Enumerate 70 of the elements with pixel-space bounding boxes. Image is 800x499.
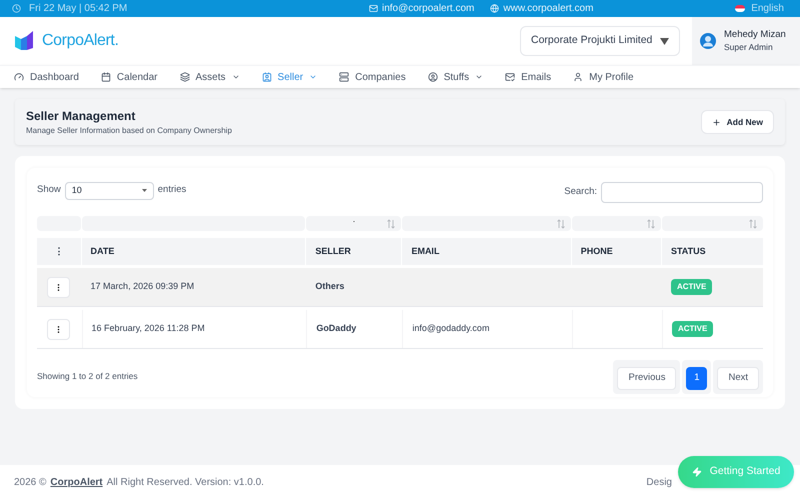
- column-header[interactable]: SELLER: [306, 238, 402, 265]
- copyright-text: 2026 ©: [14, 476, 46, 490]
- plus-icon: [712, 118, 721, 126]
- designer-text: Desig: [646, 476, 672, 490]
- show-label: Show: [37, 183, 61, 198]
- user-panel[interactable]: Mehedy Mizan Super Admin: [692, 17, 800, 65]
- column-header[interactable]: PHONE: [572, 238, 661, 265]
- filter-dot: .: [352, 216, 356, 226]
- entries-label: entries: [158, 183, 186, 198]
- flag-icon: [735, 5, 746, 12]
- copyright-text: All Right Reserved. Version: v1.0.0.: [106, 476, 264, 490]
- user-name: Mehedy Mizan: [724, 29, 786, 41]
- user-circle-icon: [428, 72, 438, 82]
- gauge-icon: [14, 72, 24, 82]
- page-size-select[interactable]: 10: [64, 182, 154, 200]
- table-cell-text: Others: [315, 280, 344, 294]
- company-select[interactable]: Corporate Projukti Limited: [520, 26, 680, 56]
- nav-item[interactable]: Calendar: [100, 70, 158, 84]
- mail-icon: [505, 72, 516, 82]
- calendar-icon: [100, 72, 111, 82]
- dropdown-triangle-icon: [660, 38, 669, 44]
- globe-icon: [490, 4, 500, 13]
- sort-icon: [749, 219, 757, 229]
- layers-icon: [180, 72, 190, 82]
- pagination-button[interactable]: Next: [717, 366, 759, 390]
- nav-item[interactable]: Emails: [505, 70, 552, 84]
- search-label: Search:: [564, 185, 597, 200]
- nav-item[interactable]: Companies: [339, 70, 406, 84]
- date-time: Fri 22 May | 05:42 PM: [29, 2, 128, 16]
- lightning-icon: [692, 467, 702, 477]
- mail-icon: [368, 4, 378, 13]
- nav-item[interactable]: Dashboard: [14, 70, 79, 84]
- page-subtitle: Manage Seller Information based on Company Ownership: [26, 125, 232, 137]
- page-title: Seller Management: [26, 108, 136, 125]
- sort-icon: [387, 219, 396, 229]
- row-actions-button[interactable]: [47, 318, 70, 340]
- table-cell-text: info@godaddy.com: [412, 322, 490, 336]
- dropdown-triangle-icon: [142, 189, 147, 192]
- column-header[interactable]: EMAIL: [402, 238, 571, 265]
- logo-icon: [14, 30, 36, 52]
- logo-text: CorpoAlert.: [42, 31, 119, 51]
- status-badge: ACTIVE: [670, 279, 712, 295]
- status-badge: ACTIVE: [672, 321, 714, 337]
- row-actions-button[interactable]: [47, 276, 70, 298]
- avatar-icon: [700, 33, 716, 49]
- table-cell-text: 16 February, 2026 11:28 PM: [92, 322, 205, 336]
- chevron-icon: [232, 73, 240, 81]
- user-role: Super Admin: [724, 41, 774, 53]
- table-cell-text: GoDaddy: [316, 322, 356, 336]
- user-icon: [573, 72, 584, 82]
- sort-icon: [646, 219, 655, 229]
- page-button[interactable]: 1: [686, 366, 708, 390]
- table-cell-text: 17 March, 2026 09:39 PM: [90, 280, 194, 294]
- contact-card-icon: [262, 72, 272, 82]
- search-field[interactable]: [601, 182, 763, 203]
- nav-item[interactable]: My Profile: [573, 70, 634, 84]
- pagination-button[interactable]: Previous: [617, 366, 676, 390]
- sort-icon: [556, 219, 565, 229]
- table-info: Showing 1 to 2 of 2 entries: [37, 370, 138, 384]
- server-icon: [339, 72, 350, 82]
- column-header[interactable]: STATUS: [662, 238, 763, 265]
- chevron-icon: [309, 73, 318, 81]
- column-header[interactable]: DATE: [82, 238, 306, 265]
- brand-link[interactable]: CorpoAlert: [50, 474, 103, 490]
- chevron-icon: [475, 73, 484, 81]
- nav-item[interactable]: Assets: [180, 70, 240, 84]
- add-new-button[interactable]: Add New: [700, 110, 774, 134]
- clock-icon: [12, 4, 21, 13]
- column-header[interactable]: ⋮: [37, 238, 81, 265]
- nav-item[interactable]: Stuffs: [428, 70, 484, 84]
